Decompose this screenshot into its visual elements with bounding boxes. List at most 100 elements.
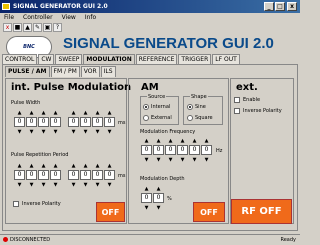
up-arrow-icon[interactable]: ▲ — [141, 186, 152, 192]
digit-field[interactable]: 0 — [104, 117, 115, 127]
down-arrow-icon[interactable]: ▼ — [165, 157, 176, 163]
digit-field[interactable]: 0 — [189, 145, 200, 155]
digit-field[interactable]: 0 — [92, 170, 103, 180]
up-arrow-icon[interactable]: ▲ — [80, 110, 91, 116]
up-arrow-icon[interactable]: ▲ — [26, 110, 37, 116]
down-arrow-icon[interactable]: ▼ — [141, 205, 152, 211]
shape-sine-radio[interactable] — [187, 104, 193, 110]
digit-field[interactable]: 0 — [177, 145, 188, 155]
close-button[interactable]: x — [287, 2, 297, 11]
menu-file[interactable]: File — [4, 13, 14, 22]
up-arrow-icon[interactable]: ▲ — [165, 138, 176, 144]
am-off-button[interactable]: OFF — [193, 202, 225, 222]
down-arrow-icon[interactable]: ▼ — [92, 129, 103, 135]
up-arrow-icon[interactable]: ▲ — [141, 138, 152, 144]
down-arrow-icon[interactable]: ▼ — [189, 157, 200, 163]
down-arrow-icon[interactable]: ▼ — [80, 129, 91, 135]
up-arrow-icon[interactable]: ▲ — [104, 110, 115, 116]
rf-off-button[interactable]: RF OFF — [231, 199, 292, 224]
settings-icon[interactable]: ▣ — [43, 23, 52, 32]
digit-field[interactable]: 0 — [153, 145, 164, 155]
down-arrow-icon[interactable]: ▼ — [153, 157, 164, 163]
ext-inverse-checkbox[interactable] — [234, 108, 240, 114]
digit-field[interactable]: 0 — [26, 170, 37, 180]
up-arrow-icon[interactable]: ▲ — [68, 163, 79, 169]
down-arrow-icon[interactable]: ▼ — [26, 182, 37, 188]
shape-square-radio[interactable] — [187, 115, 193, 121]
tab-lf-out[interactable]: LF OUT — [212, 54, 240, 64]
down-arrow-icon[interactable]: ▼ — [14, 129, 25, 135]
down-arrow-icon[interactable]: ▼ — [92, 182, 103, 188]
up-arrow-icon[interactable]: ▲ — [38, 163, 49, 169]
up-arrow-icon[interactable]: ▲ — [26, 163, 37, 169]
digit-field[interactable]: 0 — [104, 170, 115, 180]
tab-reference[interactable]: REFERENCE — [135, 54, 178, 64]
up-arrow-icon[interactable]: ▲ — [104, 163, 115, 169]
down-arrow-icon[interactable]: ▼ — [26, 129, 37, 135]
down-arrow-icon[interactable]: ▼ — [68, 182, 79, 188]
tab-modulation[interactable]: MODULATION — [83, 54, 135, 64]
minimize-button[interactable]: _ — [264, 2, 274, 11]
digit-field[interactable]: 0 — [141, 193, 152, 203]
digit-field[interactable]: 0 — [201, 145, 212, 155]
digit-field[interactable]: 0 — [14, 117, 25, 127]
pulse-off-button[interactable]: OFF — [96, 202, 125, 222]
up-arrow-icon[interactable]: ▲ — [50, 110, 61, 116]
digit-field[interactable]: 0 — [153, 193, 164, 203]
tab-control[interactable]: CONTROL — [2, 54, 38, 64]
digit-field[interactable]: 0 — [38, 117, 49, 127]
digit-field[interactable]: 0 — [68, 170, 79, 180]
up-arrow-icon[interactable]: ▲ — [68, 110, 79, 116]
digit-field[interactable]: 0 — [14, 170, 25, 180]
down-arrow-icon[interactable]: ▼ — [201, 157, 212, 163]
subtab-vor[interactable]: VOR — [80, 66, 100, 77]
up-arrow-icon[interactable]: ▲ — [92, 110, 103, 116]
subtab-ils[interactable]: ILS — [100, 66, 116, 77]
down-arrow-icon[interactable]: ▼ — [104, 182, 115, 188]
edit-icon[interactable]: ✎ — [33, 23, 42, 32]
digit-field[interactable]: 0 — [165, 145, 176, 155]
down-arrow-icon[interactable]: ▼ — [38, 129, 49, 135]
up-arrow-icon[interactable]: ▲ — [38, 110, 49, 116]
digit-field[interactable]: 0 — [80, 170, 91, 180]
up-arrow-icon[interactable]: ▲ — [50, 163, 61, 169]
source-external-radio[interactable] — [143, 115, 149, 121]
tab-cw[interactable]: CW — [38, 54, 55, 64]
up-arrow-icon[interactable]: ▲ — [189, 138, 200, 144]
source-internal-radio[interactable] — [143, 104, 149, 110]
digit-field[interactable]: 0 — [50, 117, 61, 127]
disconnect-icon[interactable]: x — [3, 23, 12, 32]
help-icon[interactable]: ? — [53, 23, 62, 32]
up-arrow-icon[interactable]: ▲ — [80, 163, 91, 169]
digit-field[interactable]: 0 — [80, 117, 91, 127]
up-arrow-icon[interactable]: ▲ — [201, 138, 212, 144]
digit-field[interactable]: 0 — [50, 170, 61, 180]
up-arrow-icon[interactable]: ▲ — [153, 186, 164, 192]
down-arrow-icon[interactable]: ▼ — [80, 182, 91, 188]
digit-field[interactable]: 0 — [26, 117, 37, 127]
open-icon[interactable]: ▲ — [23, 23, 32, 32]
menu-info[interactable]: Info — [85, 13, 96, 22]
digit-field[interactable]: 0 — [68, 117, 79, 127]
menu-controller[interactable]: Controller — [23, 13, 53, 22]
tab-sweep[interactable]: SWEEP — [55, 54, 83, 64]
digit-field[interactable]: 0 — [141, 145, 152, 155]
down-arrow-icon[interactable]: ▼ — [14, 182, 25, 188]
subtab-pulse-am[interactable]: PULSE / AM — [5, 66, 50, 77]
subtab-fm-pm[interactable]: FM / PM — [50, 66, 80, 77]
up-arrow-icon[interactable]: ▲ — [92, 163, 103, 169]
down-arrow-icon[interactable]: ▼ — [50, 182, 61, 188]
digit-field[interactable]: 0 — [38, 170, 49, 180]
up-arrow-icon[interactable]: ▲ — [153, 138, 164, 144]
pulse-inverse-checkbox[interactable] — [13, 201, 19, 207]
down-arrow-icon[interactable]: ▼ — [104, 129, 115, 135]
up-arrow-icon[interactable]: ▲ — [177, 138, 188, 144]
down-arrow-icon[interactable]: ▼ — [68, 129, 79, 135]
down-arrow-icon[interactable]: ▼ — [38, 182, 49, 188]
up-arrow-icon[interactable]: ▲ — [14, 110, 25, 116]
menu-view[interactable]: View — [62, 13, 76, 22]
down-arrow-icon[interactable]: ▼ — [153, 205, 164, 211]
up-arrow-icon[interactable]: ▲ — [14, 163, 25, 169]
digit-field[interactable]: 0 — [92, 117, 103, 127]
ext-enable-checkbox[interactable] — [234, 97, 240, 103]
